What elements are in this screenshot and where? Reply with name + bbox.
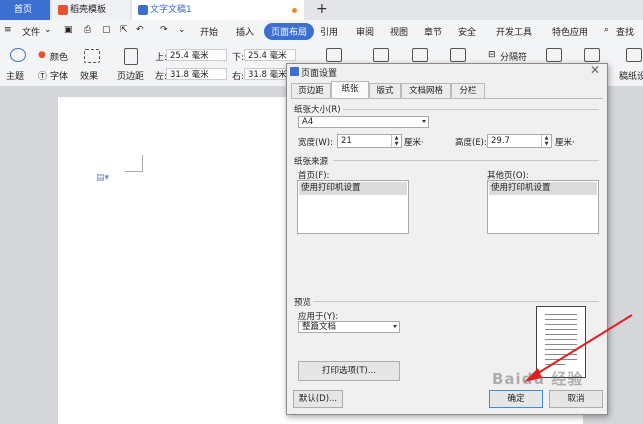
arrow-shaft [529, 314, 633, 379]
annotation-arrow-icon [524, 314, 633, 382]
arrow-head [524, 368, 542, 382]
dialog-tab-paper[interactable]: 纸张 [331, 81, 369, 98]
